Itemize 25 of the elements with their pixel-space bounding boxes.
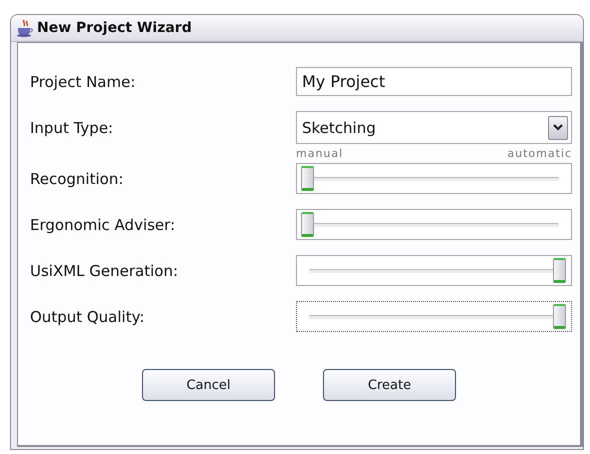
slider-thumb[interactable] [301, 212, 314, 237]
slider-label: Recognition: [30, 170, 124, 188]
field-label: Project Name: [30, 72, 136, 90]
chevron-down-icon [553, 124, 563, 131]
slider[interactable] [296, 209, 572, 240]
slider-label: UsiXML Generation: [30, 262, 180, 280]
project-name-field[interactable]: My Project [296, 67, 572, 96]
slider-thumb[interactable] [301, 166, 314, 191]
create-button[interactable]: Create [323, 369, 456, 401]
slider-label: Output Quality: [30, 308, 146, 326]
cup-icon [15, 18, 35, 38]
slider[interactable] [296, 301, 572, 332]
slider-thumb[interactable] [553, 304, 566, 329]
window-title: New Project Wizard [37, 20, 192, 36]
input-type-dropdown[interactable]: Sketching [296, 111, 572, 144]
dropdown-value: Sketching [302, 118, 376, 136]
cancel-button[interactable]: Cancel [142, 369, 275, 401]
field-label: Input Type: [30, 118, 114, 136]
scale-min-label: manual [296, 147, 344, 162]
scale-max-label: automatic [507, 147, 572, 162]
slider-thumb[interactable] [553, 258, 566, 283]
slider[interactable] [296, 255, 572, 286]
dropdown-button[interactable] [548, 116, 568, 140]
slider-label: Ergonomic Adviser: [30, 216, 176, 234]
slider[interactable] [296, 163, 572, 194]
